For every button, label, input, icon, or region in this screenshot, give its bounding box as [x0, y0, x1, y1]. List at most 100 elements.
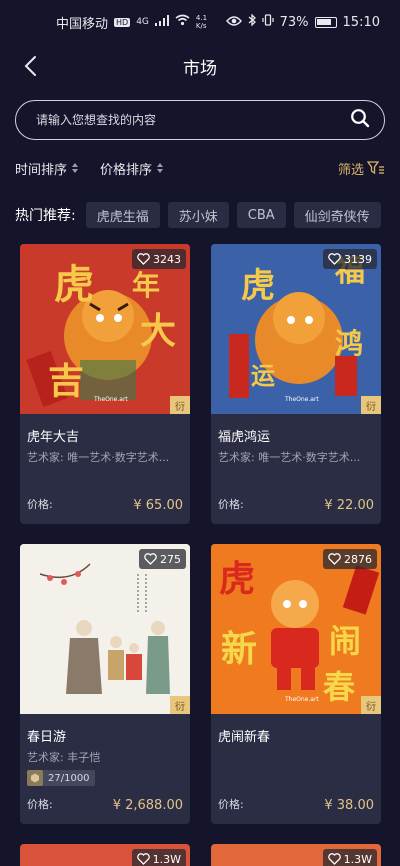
hd-badge: HD — [114, 17, 131, 27]
network-type: 4G — [136, 17, 149, 27]
art-char: 运 — [251, 361, 275, 390]
heart-icon — [328, 553, 341, 565]
art-char: 虎 — [54, 261, 94, 308]
card-price: ¥ 22.00 — [324, 498, 374, 513]
hot-tag[interactable]: 虎虎生福 — [85, 202, 160, 228]
heart-icon — [327, 853, 341, 865]
net-speed: 4.1 K/s — [196, 14, 207, 30]
like-button[interactable]: 1.3W — [322, 849, 377, 866]
watermark: TheOne.art — [285, 696, 319, 703]
art-char: 闹 — [329, 622, 362, 660]
price-label: 价格: — [27, 798, 53, 811]
heart-icon — [328, 253, 341, 265]
card-price: ¥ 2,688.00 — [112, 798, 183, 813]
battery-percent: 73% — [279, 14, 309, 30]
status-bar: 中国移动 HD 4G 4.1 K/s 73% 15:10 — [0, 0, 400, 44]
battery-icon — [314, 16, 337, 28]
search-icon[interactable] — [350, 108, 370, 132]
sort-by-time[interactable]: 时间排序 — [15, 159, 79, 178]
product-card[interactable]: 275 衍 春日游 艺术家: 丰子恺 27/1000 价格: ¥ 2,688.0… — [20, 544, 190, 824]
art-char: 大 — [140, 310, 177, 352]
price-label: 价格: — [218, 798, 244, 811]
card-artist: 艺术家: 唯一艺术·数字艺术... — [218, 451, 361, 464]
artwork-image: 虎 福 鸿 运 TheOne.art 3139 衍 — [211, 244, 381, 414]
watermark: TheOne.art — [94, 396, 128, 403]
derivative-badge: 衍 — [361, 696, 381, 714]
like-count: 1.3W — [152, 852, 181, 866]
like-count: 275 — [160, 552, 181, 566]
sort-time-label: 时间排序 — [15, 162, 68, 178]
price-label: 价格: — [218, 498, 244, 511]
wifi-icon — [175, 14, 190, 30]
sort-bar: 时间排序 价格排序 筛选 — [15, 156, 385, 180]
hot-recommend-bar: 热门推荐: 虎虎生福 苏小妹 CBA 仙剑奇侠传 — [15, 200, 400, 230]
search-bar[interactable] — [15, 100, 385, 140]
derivative-badge: 衍 — [361, 396, 381, 414]
like-button[interactable]: 1.3W — [131, 849, 186, 866]
like-count: 2876 — [344, 552, 372, 566]
art-char: 年 — [132, 269, 161, 302]
like-count: 3139 — [344, 252, 372, 266]
like-count: 3243 — [153, 252, 181, 266]
art-char: 吉 — [48, 360, 85, 402]
product-card[interactable]: 虎 年 大 吉 TheOne.art 3243 衍 虎年大吉 艺术家: 唯一艺术… — [20, 244, 190, 524]
bluetooth-icon — [248, 13, 256, 30]
filter-button[interactable]: 筛选 — [338, 159, 385, 178]
watermark: TheOne.art — [285, 396, 319, 403]
artwork-image: 1.3W — [211, 844, 381, 866]
sort-by-price[interactable]: 价格排序 — [100, 159, 164, 178]
product-card[interactable]: 虎 福 鸿 运 TheOne.art 3139 衍 福虎鸿运 艺术家: 唯一艺术… — [211, 244, 381, 524]
like-button[interactable]: 3139 — [323, 249, 377, 269]
vibrate-icon — [262, 14, 274, 30]
eye-icon — [225, 15, 242, 30]
card-artist: 艺术家: 唯一艺术·数字艺术... — [27, 451, 170, 464]
art-char: 春 — [323, 668, 356, 706]
card-title: 虎年大吉 — [27, 430, 80, 445]
artwork-image: 275 衍 — [20, 544, 190, 714]
clock: 15:10 — [342, 14, 380, 30]
card-title: 虎闹新春 — [218, 730, 271, 745]
filter-label: 筛选 — [337, 162, 364, 178]
card-title: 福虎鸿运 — [218, 430, 271, 445]
painting-illustration — [20, 544, 190, 714]
card-price: ¥ 38.00 — [324, 798, 374, 813]
hot-tag[interactable]: CBA — [236, 202, 286, 228]
edition-count: 27/1000 — [48, 772, 90, 784]
hot-tag[interactable]: 仙剑奇侠传 — [293, 202, 381, 228]
product-card[interactable]: 虎 新 闹 春 TheOne.art 2876 衍 虎闹新春 价格: ¥ 38.… — [211, 544, 381, 824]
price-label: 价格: — [27, 498, 53, 511]
like-button[interactable]: 275 — [139, 549, 186, 569]
artwork-image: 虎 新 闹 春 TheOne.art 2876 衍 — [211, 544, 381, 714]
sort-price-label: 价格排序 — [100, 162, 153, 178]
like-button[interactable]: 3243 — [132, 249, 186, 269]
derivative-badge: 衍 — [170, 396, 190, 414]
heart-icon — [144, 553, 157, 565]
sort-arrows-icon — [157, 163, 164, 173]
carrier-label: 中国移动 — [56, 16, 109, 32]
edition-icon — [27, 770, 43, 786]
derivative-badge: 衍 — [170, 696, 190, 714]
filter-icon — [367, 161, 384, 175]
product-card[interactable]: 1.3W — [20, 844, 190, 866]
art-char: 鸿 — [335, 327, 364, 360]
card-price: ¥ 65.00 — [133, 498, 183, 513]
heart-icon — [137, 253, 150, 265]
nav-bar: 市场 — [0, 44, 400, 88]
card-title: 春日游 — [27, 730, 67, 745]
art-char: 新 — [221, 628, 258, 670]
search-input[interactable] — [36, 113, 350, 127]
like-button[interactable]: 2876 — [323, 549, 377, 569]
product-card[interactable]: 1.3W — [211, 844, 381, 866]
net-speed-value: 4.1 — [195, 14, 208, 22]
heart-icon — [136, 853, 150, 865]
sort-arrows-icon — [72, 163, 79, 173]
hot-tag[interactable]: 苏小妹 — [167, 202, 229, 228]
art-char: 虎 — [241, 266, 275, 306]
like-count: 1.3W — [343, 852, 372, 866]
art-char: 虎 — [219, 558, 256, 600]
hot-recommend-label: 热门推荐: — [15, 208, 76, 224]
net-speed-unit: K/s — [195, 22, 207, 30]
card-artist: 艺术家: 丰子恺 — [27, 751, 101, 764]
page-title: 市场 — [183, 59, 217, 79]
artwork-image: 虎 年 大 吉 TheOne.art 3243 衍 — [20, 244, 190, 414]
